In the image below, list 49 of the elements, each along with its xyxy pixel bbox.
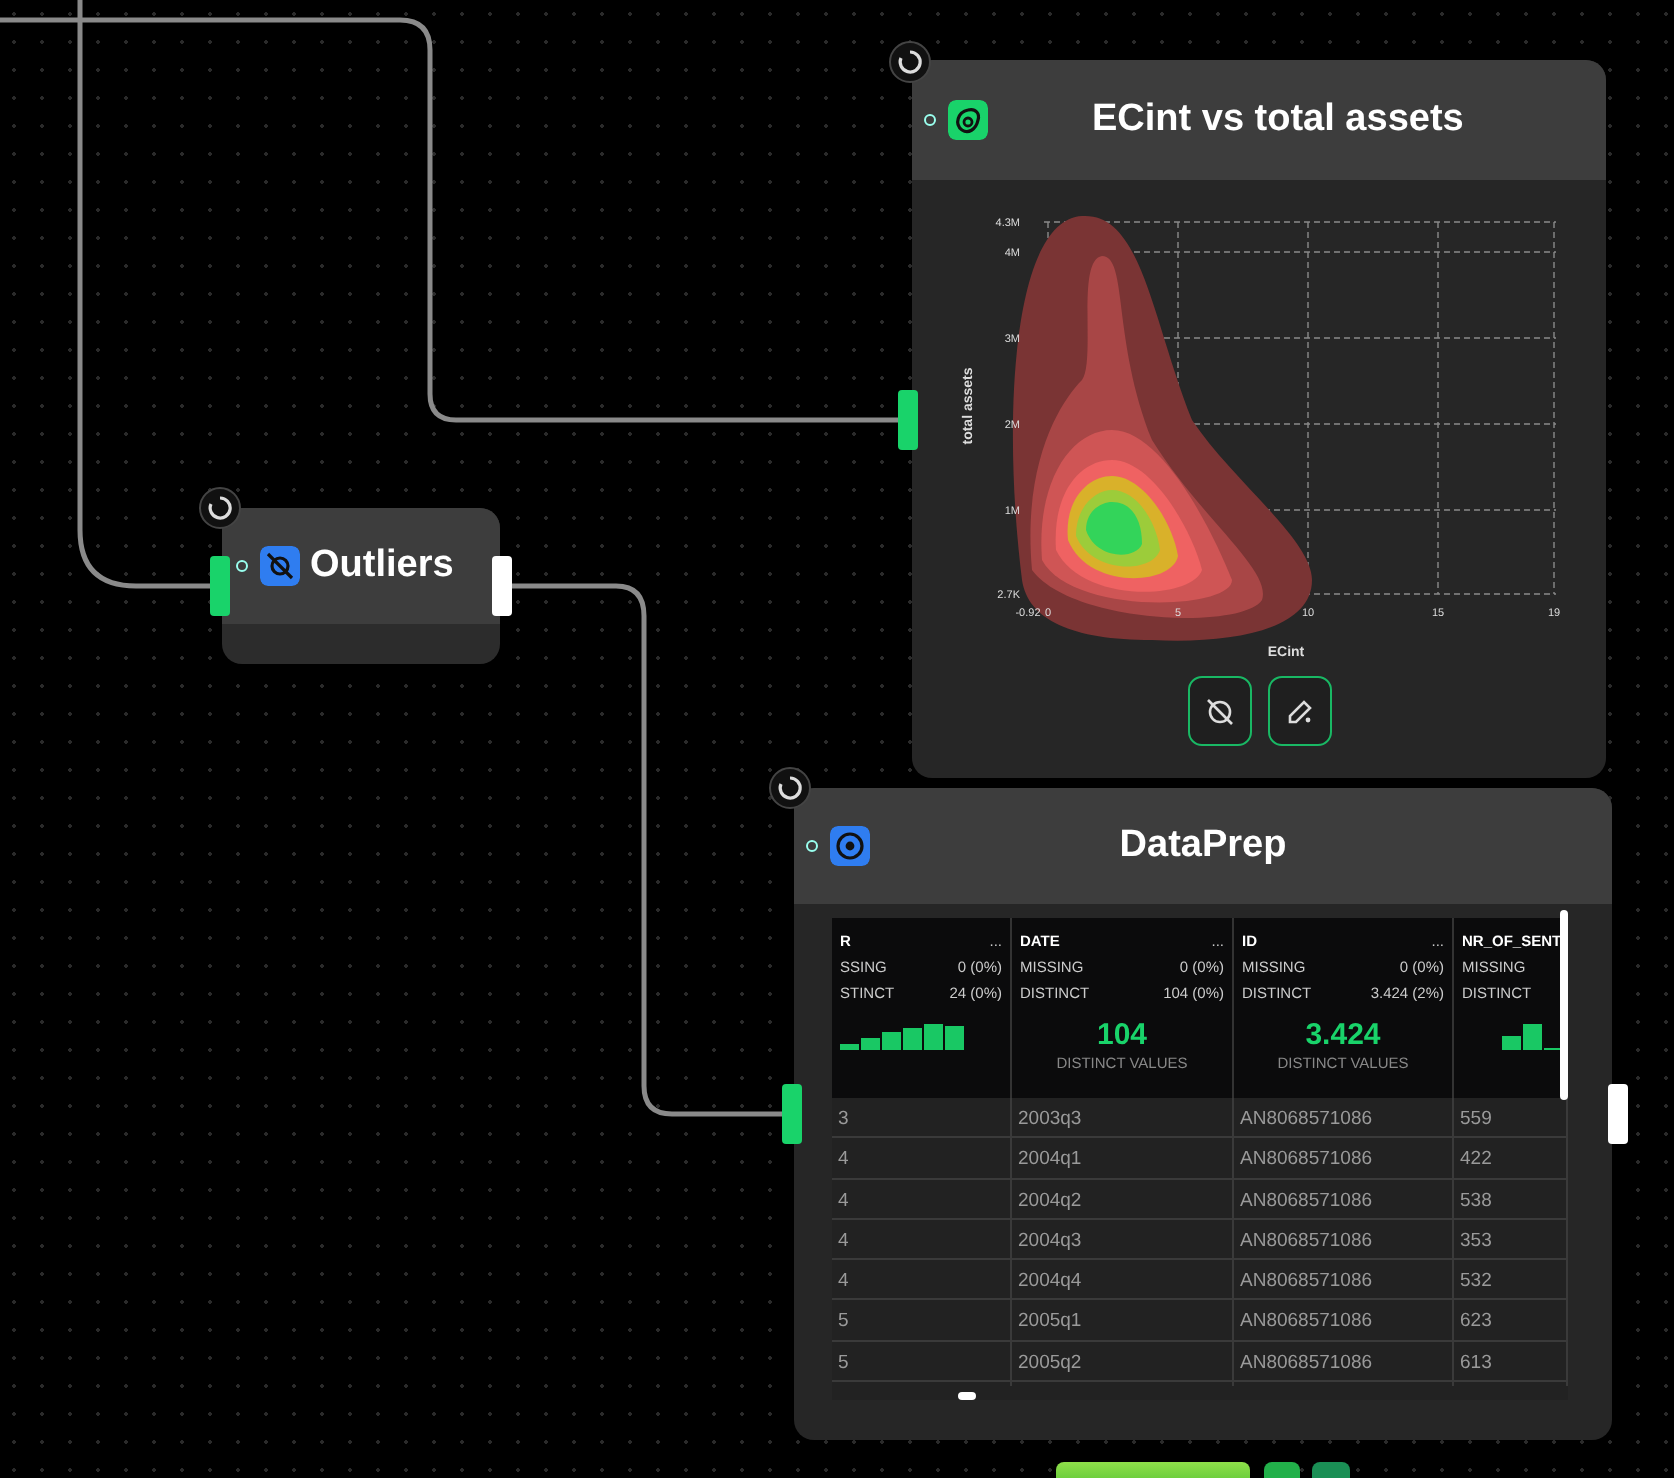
histogram-drawing (840, 1018, 968, 1050)
table-cell: 2005q2 (1012, 1341, 1234, 1387)
scrollbar-thumb[interactable] (1560, 910, 1568, 1100)
table-cell: 5 (832, 1341, 1012, 1387)
table-cell: 3 (832, 1098, 1012, 1143)
table-cell: AN8068571086 (1234, 1138, 1454, 1184)
node-title: Outliers (310, 541, 454, 590)
histogram-drawing (1502, 1018, 1562, 1050)
table-cell: 2005q1 (1012, 1300, 1234, 1346)
hide-button[interactable] (1187, 676, 1251, 746)
pencil-icon (1283, 695, 1315, 727)
distinct-count: 104 (1094, 1018, 1150, 1052)
table-cell: AN8068571086 (1234, 1219, 1454, 1265)
table-cell: AN8068571086 (1234, 1179, 1454, 1224)
table-cell: AN8068571086 (1234, 1098, 1454, 1143)
target-icon (830, 826, 870, 866)
table-cell: 2004q1 (1012, 1138, 1234, 1184)
table-cell: 613 (1454, 1341, 1568, 1387)
table-cell: 538 (1454, 1179, 1568, 1224)
table-cell: AN8068571086 (1234, 1260, 1454, 1305)
table-cell: 4 (832, 1260, 1012, 1305)
table-cell: 4 (832, 1179, 1012, 1224)
avocado-icon (948, 100, 988, 140)
distinct-count: 3.424 (1303, 1018, 1383, 1052)
table-cell: 623 (1454, 1300, 1568, 1346)
spinner-icon[interactable] (888, 40, 932, 84)
status-dot (806, 840, 818, 852)
table-cell: AN8068571086 (1234, 1300, 1454, 1346)
status-dot (924, 114, 936, 126)
node-title: DataPrep (1119, 821, 1287, 870)
table-cell: 2004q2 (1012, 1179, 1234, 1224)
table-cell: 353 (1454, 1219, 1568, 1265)
edit-button[interactable] (1267, 676, 1331, 746)
spinner-icon[interactable] (198, 486, 242, 530)
table-cell: 4 (832, 1138, 1012, 1184)
table-cell: 532 (1454, 1260, 1568, 1305)
table-cell: 4 (832, 1219, 1012, 1265)
status-dot (236, 560, 248, 572)
table-cell: 2004q4 (1012, 1260, 1234, 1305)
scrollbar-thumb[interactable] (958, 1392, 976, 1400)
node-title: ECint vs total assets (1092, 95, 1464, 144)
table-cell: 422 (1454, 1138, 1568, 1184)
eye-off-icon (1203, 695, 1235, 727)
spinner-icon[interactable] (768, 766, 812, 810)
table-cell: 2003q3 (1012, 1098, 1234, 1143)
table-cell: 2004q3 (1012, 1219, 1234, 1265)
eye-off-icon (260, 546, 300, 586)
table-cell: AN8068571086 (1234, 1341, 1454, 1387)
table-cell: 5 (832, 1300, 1012, 1346)
